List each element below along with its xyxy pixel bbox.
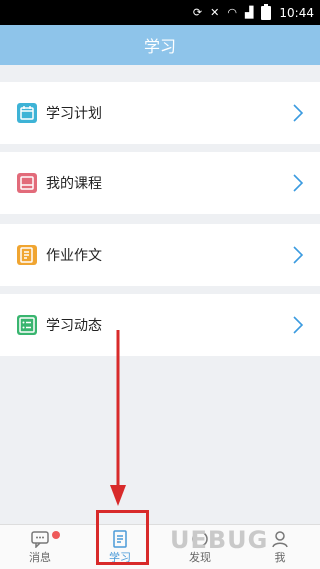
chevron-right-icon bbox=[292, 245, 304, 265]
battery-icon bbox=[261, 3, 272, 20]
message-icon bbox=[31, 530, 49, 548]
menu-list: 学习计划 我的课程 作业作文 学习动态 bbox=[0, 82, 320, 361]
tab-messages[interactable]: 消息 bbox=[0, 525, 80, 569]
menu-item-label: 学习计划 bbox=[46, 106, 102, 122]
unread-badge-dot bbox=[52, 531, 60, 539]
signal-icon: ▟ bbox=[244, 6, 254, 19]
annotation-arrow bbox=[110, 330, 126, 506]
chevron-right-icon bbox=[292, 315, 304, 335]
page-title: 学习 bbox=[143, 37, 176, 56]
menu-item-label: 我的课程 bbox=[46, 176, 102, 192]
annotation-highlight-box bbox=[96, 510, 149, 565]
homework-icon bbox=[16, 244, 38, 266]
sync-icon: ⟳ bbox=[192, 6, 203, 19]
menu-item-study-activity[interactable]: 学习动态 bbox=[0, 294, 320, 356]
chevron-right-icon bbox=[292, 173, 304, 193]
tab-label: 我 bbox=[274, 550, 286, 564]
activity-list-icon bbox=[16, 314, 38, 336]
menu-item-homework[interactable]: 作业作文 bbox=[0, 224, 320, 286]
menu-item-label: 作业作文 bbox=[46, 248, 102, 264]
menu-item-study-plan[interactable]: 学习计划 bbox=[0, 82, 320, 144]
chevron-right-icon bbox=[292, 103, 304, 123]
watermark: UEBUG bbox=[170, 526, 269, 554]
status-bar: ⟳ ✕ ◠ ▟ 10:44 bbox=[0, 0, 320, 25]
silent-icon: ✕ bbox=[210, 6, 220, 19]
book-icon bbox=[16, 172, 38, 194]
calendar-icon bbox=[16, 102, 38, 124]
menu-item-my-courses[interactable]: 我的课程 bbox=[0, 152, 320, 214]
profile-icon bbox=[272, 530, 288, 547]
status-time: 10:44 bbox=[279, 5, 314, 20]
menu-item-label: 学习动态 bbox=[46, 318, 102, 334]
wifi-icon: ◠ bbox=[227, 6, 237, 19]
page-title-bar: 学习 bbox=[0, 25, 320, 65]
bottom-nav: 消息 学习 发现 我 bbox=[0, 524, 320, 569]
tab-label: 消息 bbox=[29, 550, 51, 564]
